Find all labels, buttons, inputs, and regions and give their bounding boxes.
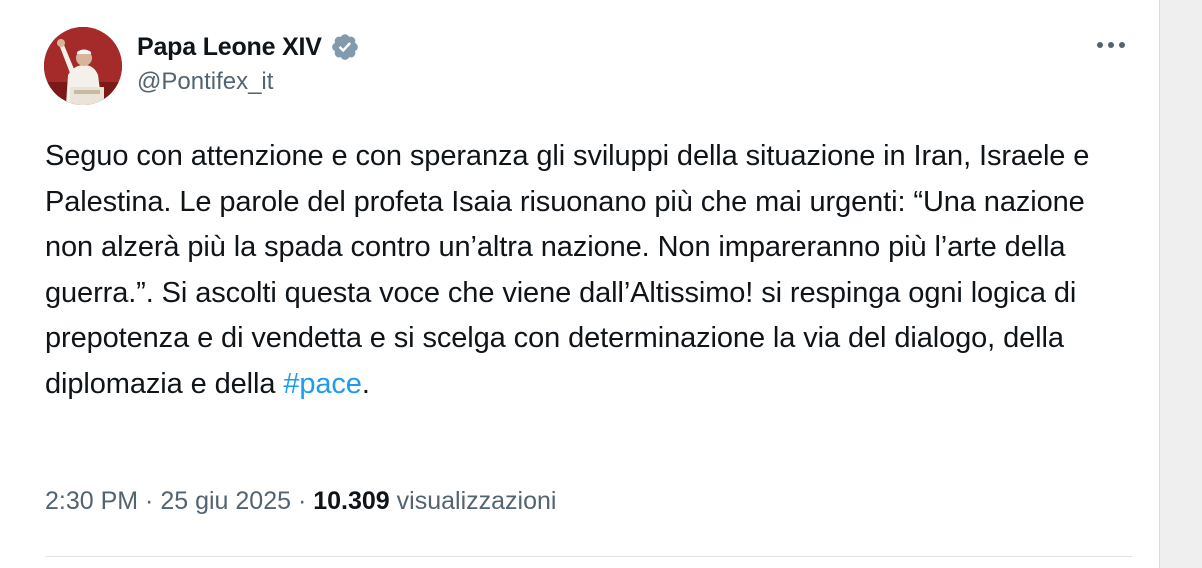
page-background-strip: [1160, 0, 1202, 568]
views-count: 10.309: [313, 487, 390, 515]
avatar[interactable]: [44, 27, 122, 105]
author-handle[interactable]: @Pontifex_it: [137, 68, 273, 96]
tweet-card: Papa Leone XIV @Pontifex_it Seguo con at…: [0, 0, 1160, 568]
tweet-metadata: 2:30 PM · 25 giu 2025 · 10.309 visualizz…: [45, 487, 556, 516]
meta-separator: ·: [138, 487, 161, 515]
views-label: visualizzazioni: [389, 487, 557, 515]
pope-avatar-image: [44, 27, 122, 105]
verified-badge-icon[interactable]: [330, 32, 360, 62]
tweet-date[interactable]: 25 giu 2025: [160, 487, 291, 516]
tweet-text: Seguo con attenzione e con speranza gli …: [45, 134, 1140, 407]
more-options-button[interactable]: [1090, 30, 1132, 60]
tweet-body: Seguo con attenzione e con speranza gli …: [45, 140, 1090, 400]
divider: [45, 556, 1132, 557]
meta-separator: ·: [291, 487, 314, 515]
hashtag-link[interactable]: #pace: [283, 368, 362, 400]
author-display-name[interactable]: Papa Leone XIV: [137, 33, 322, 62]
tweet-time[interactable]: 2:30 PM: [45, 487, 138, 516]
tweet-text-end: .: [361, 367, 370, 400]
author-name-row: Papa Leone XIV: [137, 30, 360, 64]
more-horizontal-icon: [1097, 42, 1125, 48]
